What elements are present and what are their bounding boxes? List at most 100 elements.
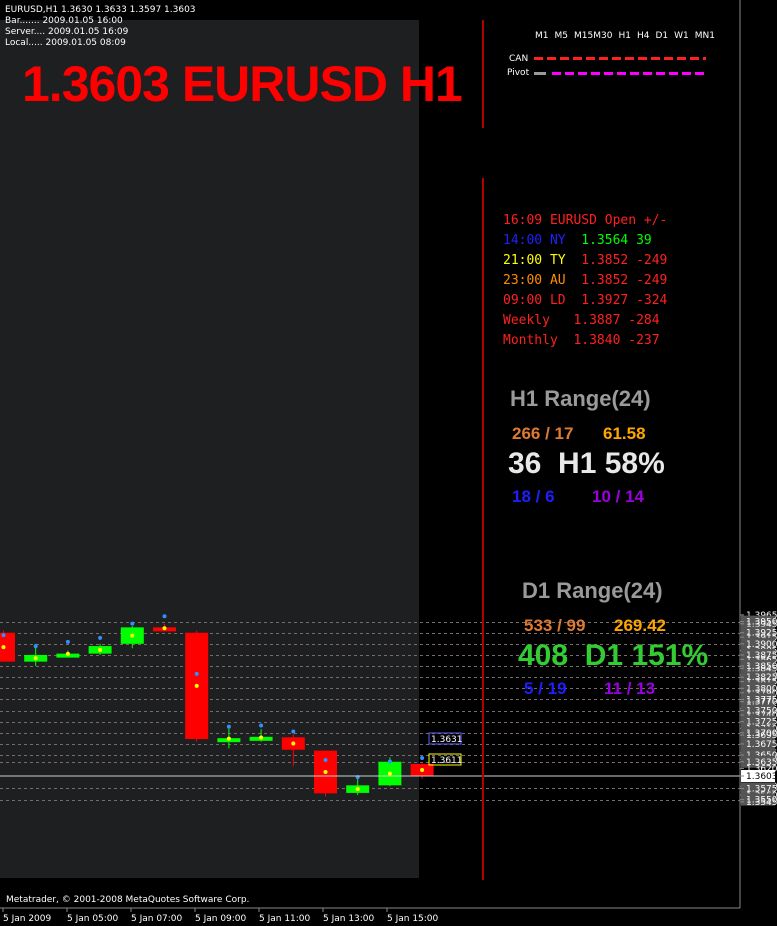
session-diff: -324 bbox=[636, 293, 668, 308]
pivot-dot bbox=[323, 757, 328, 762]
session-time: 14:00 bbox=[503, 233, 543, 248]
pivot-dot bbox=[259, 723, 264, 728]
session-market: LD bbox=[549, 293, 566, 308]
session-time: Monthly bbox=[503, 333, 558, 348]
pivot-dot bbox=[387, 759, 392, 764]
time-axis-label: 5 Jan 2009 bbox=[3, 914, 51, 924]
pivot-dot bbox=[1, 645, 6, 650]
legend-can-label: CAN bbox=[509, 54, 529, 64]
d1-range-ratio: 533 / 99 bbox=[524, 616, 586, 635]
h1-range-avg: 61.58 bbox=[603, 424, 646, 443]
copyright-footer: Metatrader, © 2001-2008 MetaQuotes Softw… bbox=[6, 895, 250, 905]
tf-h4[interactable]: H4 bbox=[637, 31, 650, 41]
h1-range-title: H1 Range(24) bbox=[510, 386, 651, 411]
session-price: 1.3840 bbox=[573, 333, 621, 348]
session-diff: -284 bbox=[628, 313, 660, 328]
tf-w1[interactable]: W1 bbox=[674, 31, 689, 41]
d1-range-percent: 151% bbox=[631, 639, 709, 672]
session-time: 21:00 bbox=[503, 253, 543, 268]
h1-range-down: 10 / 14 bbox=[592, 487, 644, 506]
session-time: 23:00 bbox=[503, 273, 543, 288]
h1-range-main: 36 H1 58% bbox=[508, 447, 665, 481]
session-price: 1.3852 bbox=[581, 253, 629, 268]
time-axis-label: 5 Jan 05:00 bbox=[67, 914, 119, 924]
history-shade bbox=[0, 20, 419, 878]
legend-pivot-line bbox=[552, 72, 707, 75]
tf-m30[interactable]: M30 bbox=[593, 31, 612, 41]
d1-range-pips: 408 bbox=[518, 639, 569, 672]
pivot-dot bbox=[387, 771, 392, 776]
d1-range-main: 408 D1 151% bbox=[518, 639, 708, 673]
h1-range-pips: 36 bbox=[508, 447, 542, 480]
time-axis-label: 5 Jan 07:00 bbox=[131, 914, 183, 924]
pivot-dot bbox=[323, 769, 328, 774]
pivot-dot bbox=[130, 633, 135, 638]
tf-mn1[interactable]: MN1 bbox=[695, 31, 715, 41]
bar-time: Bar....... 2009.01.05 16:00 bbox=[5, 16, 123, 26]
pivot-dot bbox=[194, 683, 199, 688]
pivot-dot bbox=[259, 735, 264, 740]
h1-range-ratio: 266 / 17 bbox=[512, 424, 574, 443]
session-price: 1.3852 bbox=[581, 273, 629, 288]
legend-pivot-swatch bbox=[534, 72, 546, 75]
time-axis-label: 5 Jan 15:00 bbox=[387, 914, 439, 924]
pivot-dot bbox=[98, 635, 103, 640]
pivot-dot bbox=[194, 671, 199, 676]
pivot-dot bbox=[355, 787, 360, 792]
pivot-dot bbox=[65, 639, 70, 644]
pivot-dot bbox=[162, 614, 167, 619]
session-market: TY bbox=[549, 253, 566, 268]
chart-header: EURUSD,H1 1.3630 1.3633 1.3597 1.3603 Ba… bbox=[5, 5, 196, 49]
time-axis-label: 5 Jan 13:00 bbox=[323, 914, 375, 924]
h1-range-up: 18 / 6 bbox=[512, 487, 555, 506]
local-time: Local..... 2009.01.05 08:09 bbox=[5, 38, 126, 48]
tf-d1[interactable]: D1 bbox=[655, 31, 668, 41]
pivot-dot bbox=[162, 626, 167, 631]
session-time: Weekly bbox=[503, 313, 550, 328]
tf-m1[interactable]: M1 bbox=[535, 31, 549, 41]
session-price: 1.3887 bbox=[573, 313, 621, 328]
h1-range-percent: 58% bbox=[604, 447, 665, 480]
session-row-weekly: Weekly 1.3887 -284 bbox=[503, 313, 660, 328]
pivot-dot bbox=[130, 621, 135, 626]
pivot-dot bbox=[420, 755, 425, 760]
price-tag-low-text: 1.3611 bbox=[431, 756, 463, 766]
big-price-title: 1.3603 EURUSD H1 bbox=[22, 56, 463, 112]
pivot-dot bbox=[65, 651, 70, 656]
d1-range-avg: 269.42 bbox=[614, 616, 666, 635]
timeframe-row: M1 M5 M15M30 H1 H4 D1 W1 MN1 bbox=[535, 31, 721, 41]
time-axis-label: 5 Jan 09:00 bbox=[195, 914, 247, 924]
session-price: 1.3564 bbox=[581, 233, 629, 248]
session-diff: -249 bbox=[636, 273, 668, 288]
session-market: AU bbox=[549, 273, 566, 288]
price-tag-high-text: 1.3631 bbox=[431, 735, 463, 745]
legend-can-line bbox=[534, 57, 706, 60]
price-axis-label: 1.3603 bbox=[746, 772, 777, 782]
price-axis-label: 1.3545 bbox=[746, 798, 777, 808]
pivot-dot bbox=[420, 767, 425, 772]
session-diff: -249 bbox=[636, 253, 668, 268]
pivot-dot bbox=[33, 644, 38, 649]
time-axis-label: 5 Jan 11:00 bbox=[259, 914, 311, 924]
pivot-dot bbox=[226, 736, 231, 741]
pivot-dot bbox=[291, 729, 296, 734]
session-row-au: 23:00 AU 1.3852 -249 bbox=[503, 273, 667, 288]
tf-m15[interactable]: M15 bbox=[574, 31, 593, 41]
pivot-dot bbox=[226, 724, 231, 729]
session-header: 16:09 EURUSD Open +/- bbox=[503, 213, 668, 228]
session-diff: -237 bbox=[628, 333, 660, 348]
symbol-line: EURUSD,H1 1.3630 1.3633 1.3597 1.3603 bbox=[5, 5, 196, 15]
d1-range-tf: D1 bbox=[584, 639, 624, 672]
legend-pivot-label: Pivot bbox=[507, 68, 530, 78]
tf-m5[interactable]: M5 bbox=[555, 31, 569, 41]
tf-h1[interactable]: H1 bbox=[618, 31, 631, 41]
h1-range-tf: H1 bbox=[558, 447, 597, 480]
session-market: NY bbox=[549, 233, 566, 248]
pivot-dot bbox=[33, 656, 38, 661]
session-row-ny: 14:00 NY 1.3564 39 bbox=[503, 233, 652, 248]
d1-range-title: D1 Range(24) bbox=[522, 578, 663, 603]
server-time: Server.... 2009.01.05 16:09 bbox=[5, 27, 129, 37]
d1-range-up: 5 / 19 bbox=[524, 679, 567, 698]
session-time: 09:00 bbox=[503, 293, 543, 308]
session-row-monthly: Monthly 1.3840 -237 bbox=[503, 333, 660, 348]
